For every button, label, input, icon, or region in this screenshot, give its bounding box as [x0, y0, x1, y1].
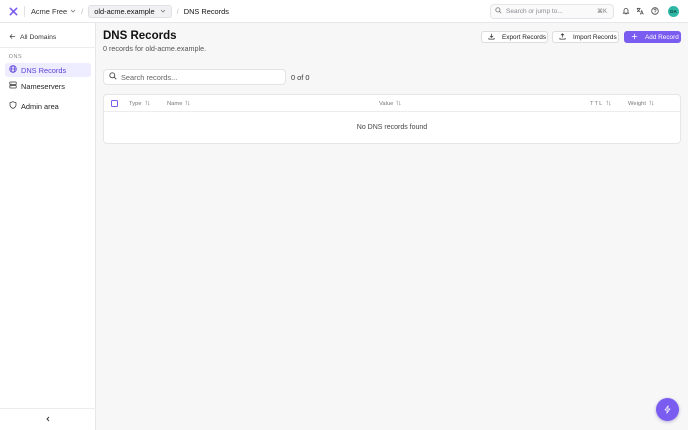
page-subtitle: 0 records for old-acme.example.	[103, 44, 207, 53]
record-count: 0 of 0	[291, 73, 310, 82]
global-search-input[interactable]: Search or jump to... ⌘K	[490, 4, 614, 19]
sidebar-item-dns-records[interactable]: DNS Records	[5, 63, 91, 77]
plus-icon	[631, 33, 638, 42]
breadcrumb-current-page: DNS Records	[183, 6, 229, 16]
sidebar-item-label: DNS Records	[21, 65, 67, 75]
sidebar: All Domains DNS DNS Records Nameservers …	[0, 23, 96, 430]
column-header-name[interactable]: Name	[167, 100, 191, 108]
search-placeholder: Search records...	[121, 72, 178, 82]
top-bar: Acme Free / old-acme.example / DNS Recor…	[0, 0, 688, 23]
project-switcher[interactable]: old-acme.example	[88, 4, 172, 18]
records-table: Type Name Value TTL Weight No DNS record…	[103, 94, 681, 144]
page-title: DNS Records	[103, 30, 177, 42]
sort-icon	[185, 100, 191, 108]
sort-icon	[606, 100, 612, 108]
org-switcher[interactable]: Acme Free	[31, 7, 76, 16]
column-header-value[interactable]: Value	[379, 100, 402, 108]
sort-icon	[396, 100, 402, 108]
breadcrumb-separator: /	[81, 6, 84, 16]
divider	[24, 5, 25, 17]
logo-icon[interactable]	[8, 6, 18, 16]
column-header-weight[interactable]: Weight	[628, 100, 654, 108]
button-label: Add Record	[645, 33, 679, 41]
sidebar-item-label: Admin area	[21, 101, 59, 111]
quick-action-button[interactable]	[656, 398, 679, 421]
column-label: Name	[167, 101, 183, 107]
button-label: Export Records	[502, 33, 547, 41]
upload-icon	[559, 32, 566, 42]
divider	[0, 47, 96, 48]
section-label: DNS	[9, 54, 23, 60]
download-icon	[488, 33, 495, 42]
select-all-checkbox[interactable]	[111, 100, 118, 107]
table-header: Type Name Value TTL Weight	[104, 95, 680, 112]
breadcrumb-separator: /	[176, 6, 179, 16]
import-records-button[interactable]: Import Records	[552, 31, 619, 43]
project-name: old-acme.example	[94, 6, 155, 16]
chevron-down-icon	[70, 7, 76, 16]
sidebar-item-admin-area[interactable]: Admin area	[5, 99, 91, 113]
server-icon	[9, 81, 17, 91]
column-label: Weight	[628, 101, 646, 107]
export-records-button[interactable]: Export Records	[481, 31, 548, 43]
chevron-down-icon	[160, 7, 166, 16]
translate-icon[interactable]	[635, 6, 645, 16]
shortcut-hint: ⌘K	[596, 9, 607, 15]
button-label: Import Records	[573, 33, 617, 41]
help-icon[interactable]	[650, 6, 660, 16]
bell-icon[interactable]	[621, 6, 631, 16]
column-header-ttl[interactable]: TTL	[590, 100, 612, 108]
records-search-input[interactable]: Search records...	[103, 69, 286, 85]
sort-icon	[649, 100, 654, 108]
chevron-left-icon	[46, 416, 50, 422]
column-label: TTL	[590, 101, 604, 107]
user-avatar[interactable]: DA	[668, 6, 679, 17]
shield-icon	[9, 101, 17, 111]
sidebar-item-nameservers[interactable]: Nameservers	[5, 79, 91, 93]
divider	[0, 408, 96, 409]
back-to-domains-link[interactable]: All Domains	[9, 33, 56, 42]
lightning-icon	[664, 405, 671, 414]
main-content: DNS Records 0 records for old-acme.examp…	[96, 23, 688, 430]
sidebar-item-label: Nameservers	[21, 81, 65, 91]
empty-state-message: No DNS records found	[356, 124, 428, 131]
search-icon	[495, 7, 502, 16]
org-name: Acme Free	[31, 6, 68, 16]
search-icon	[109, 72, 117, 82]
column-label: Type	[129, 101, 142, 107]
back-label: All Domains	[20, 34, 57, 41]
add-record-button[interactable]: Add Record	[624, 31, 681, 43]
sort-icon	[144, 100, 150, 108]
column-label: Value	[379, 101, 394, 107]
collapse-sidebar-button[interactable]	[44, 415, 52, 423]
globe-icon	[9, 65, 17, 75]
arrow-left-icon	[9, 33, 16, 42]
search-placeholder: Search or jump to...	[506, 8, 563, 15]
column-header-type[interactable]: Type	[129, 100, 150, 108]
